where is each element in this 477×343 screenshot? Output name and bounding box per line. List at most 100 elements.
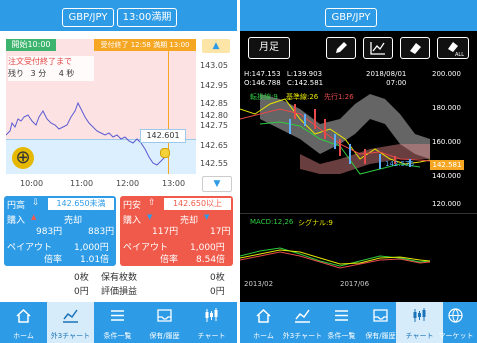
zoom-button[interactable]: ⊕ [12,147,34,169]
time-label: 13:00 [162,179,186,188]
scroll-down-button[interactable]: ▼ [202,176,232,192]
erase-button[interactable] [400,37,430,59]
legend-lead: 先行1:26 [324,93,354,101]
tray-icon [373,309,388,322]
rate-value: 1.01倍 [80,255,110,265]
candlestick-icon [413,308,426,322]
triangle-up-icon: ▲ [212,41,220,51]
eraser-icon [410,43,421,54]
trend-chart-icon [370,42,385,55]
nav-chart-3[interactable]: 外3チャート [47,302,94,343]
list-icon [111,310,124,321]
nav-chart[interactable]: チャート [188,302,235,343]
chart-toolbar: 月足 ALL [240,31,477,64]
axis-label: 142.55 [200,159,228,168]
technical-chart-screen: GBP/JPY 月足 ALL H:147.153 L:139.903 O:146… [240,0,477,343]
rate-label: 倍率 [44,255,63,265]
yen-low-panel[interactable]: 円安 ⇧ 142.650以上 購入 ▼ 売却 ▼ 117円 17円 ペイアウト … [120,196,233,266]
axis-label: 160.000 [432,138,461,146]
axis-label: 142.85 [200,99,228,108]
nav-history[interactable]: 保有/履歴 [141,302,188,343]
ohlc-info: H:147.153 L:139.903 O:146.788 C:142.581 [244,70,364,92]
sell-label[interactable]: 売却 [64,213,82,226]
macd-panel: MACD:12,26 シグナル:9 2013/02 2017/06 [240,213,477,289]
buy-label[interactable]: 購入 [7,213,25,226]
period-button[interactable]: 月足 [248,37,290,59]
current-point [160,148,170,158]
axis-label: 180.000 [432,104,461,112]
currency-pair-button[interactable]: GBP/JPY [325,8,377,27]
nav-label: チャート [197,332,226,340]
buy-price: 983円 [36,227,63,237]
triangle-down-icon: ▼ [213,179,221,189]
top-bar: GBP/JPY 13:00満期 [0,0,237,31]
time-label: 11:00 [70,179,94,188]
eraser-all-icon: ALL [448,42,464,58]
triangle-down-icon: ▼ [88,213,94,221]
draw-button[interactable] [326,37,356,59]
nav-home[interactable]: ホーム [0,302,47,343]
line-chart-icon [295,309,310,323]
currency-pair-button[interactable]: GBP/JPY [62,8,114,27]
axis-label: 142.80 [200,111,228,120]
ichimoku-chart: H:147.153 L:139.903 O:146.788 C:142.581 … [240,64,477,212]
line-chart-icon [63,309,78,323]
sell-price: 883円 [88,227,115,237]
tray-icon [157,309,172,322]
nav-label: 条件一覧 [103,332,132,340]
x-label: 2013/02 [244,280,274,288]
position-summary: 0枚 保有枚数 0枚 0円 評価損益 0円 [0,268,237,301]
x-label: 2017/06 [340,280,370,288]
nav-conditions[interactable]: 条件一覧 [94,302,141,343]
ohlc-low: L:139.903 [286,70,323,78]
rate-label: 倍率 [160,255,179,265]
yen-high-strike: 142.650未満 [48,198,114,210]
buy-price: 117円 [152,227,179,237]
list-icon [335,310,348,321]
yen-high-panel[interactable]: 円高 ⇩ 142.650未満 購入 ▲ 売却 ▼ 983円 883円 ペイアウト… [4,196,116,266]
sell-label[interactable]: 売却 [180,213,198,226]
bottom-nav: ホーム 外3チャート 条件一覧 保有/履歴 チャート マーケット [240,302,477,343]
axis-label: 200.000 [432,70,461,78]
axis-label: 142.95 [200,81,228,90]
triangle-down-icon: ▼ [204,213,210,221]
arrow-up-icon: ⇧ [148,198,156,208]
rate-value: 8.54倍 [196,255,226,265]
time-label: 10:00 [20,179,44,188]
svg-text:ALL: ALL [455,52,464,58]
home-icon [16,308,31,323]
scroll-up-button[interactable]: ▲ [202,39,230,53]
indicator-button[interactable] [363,37,393,59]
candlestick-icon [205,308,218,322]
price-tag: 142.581 [430,160,464,170]
globe-icon [448,308,463,323]
axis-label: 142.75 [200,121,228,130]
ohlc-open: O:146.788 [244,79,281,87]
erase-all-button[interactable]: ALL [437,37,469,59]
axis-label: 120.000 [432,200,461,208]
amount-value: 0円 [74,287,89,297]
nav-market[interactable]: マーケット [435,302,477,343]
holding-value: 0枚 [210,273,225,283]
axis-label: 142.65 [200,141,228,150]
ohlc-high: H:147.153 [244,70,281,78]
pencil-icon [336,42,347,53]
nav-label: 保有/履歴 [149,332,180,340]
yen-low-strike: 142.650以上 [164,198,231,210]
price-chart: 開始10:00 受付終了 12:58 満期 13:00 注文受付終了まで 残り … [0,31,237,193]
time-label: 12:00 [116,179,140,188]
nav-label: マーケット [438,332,474,340]
triangle-up-icon: ▲ [31,213,37,221]
nav-label: 外3チャート [50,332,91,340]
pl-label: 評価損益 [101,287,138,297]
home-icon [256,308,271,323]
datetime: 2018/08/01 07:00 [366,70,406,88]
triangle-down-icon: ▼ [147,213,153,221]
legend-base: 基準線:26 [286,93,319,101]
sell-price: 17円 [210,227,231,237]
ohlc-close: C:142.581 [286,79,324,87]
buy-label[interactable]: 購入 [123,213,141,226]
axis-label: 143.05 [200,61,228,70]
expiry-button[interactable]: 13:00満期 [117,8,177,27]
bottom-nav: ホーム 外3チャート 条件一覧 保有/履歴 チャート [0,302,237,343]
